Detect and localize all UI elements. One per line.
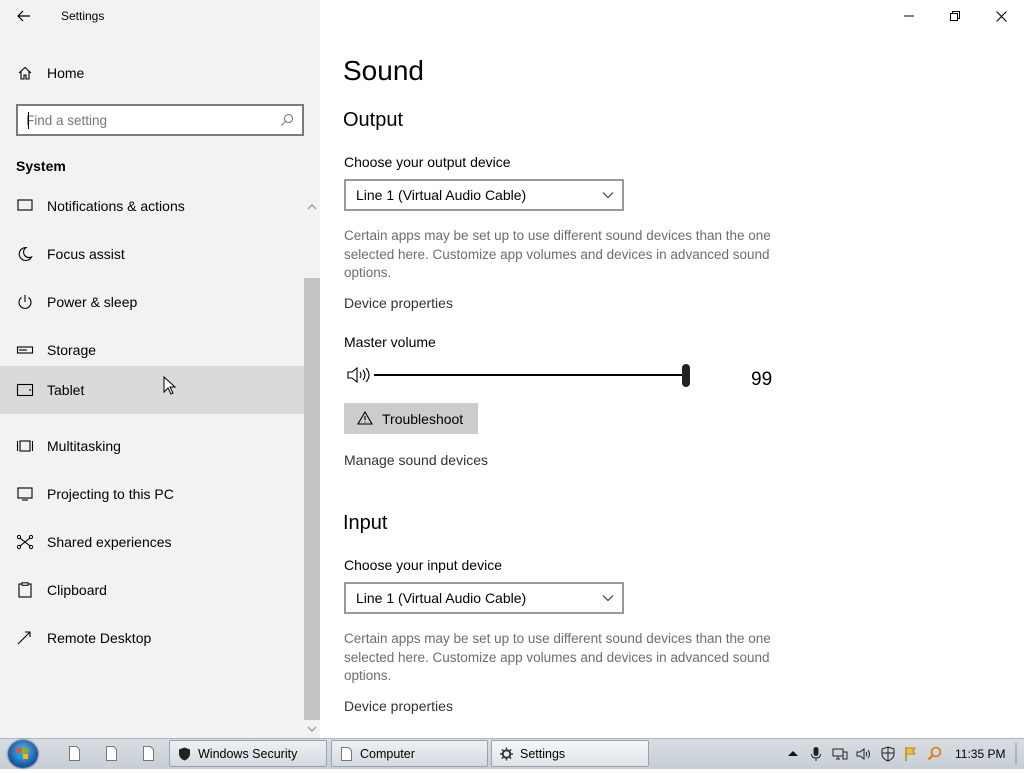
- sidebar-item-projecting[interactable]: Projecting to this PC: [0, 470, 304, 518]
- master-volume-slider-track[interactable]: [374, 374, 690, 376]
- input-device-value: Line 1 (Virtual Audio Cable): [356, 590, 527, 606]
- multitasking-icon: [16, 440, 34, 452]
- storage-icon: [16, 346, 34, 354]
- back-button[interactable]: [10, 4, 38, 28]
- power-icon: [18, 295, 32, 309]
- sidebar-item-remote-desktop[interactable]: Remote Desktop: [0, 614, 304, 662]
- manage-sound-devices-link[interactable]: Manage sound devices: [344, 452, 488, 468]
- app-title: Settings: [61, 9, 105, 23]
- taskbar-button-windows-security[interactable]: Windows Security: [169, 740, 327, 767]
- taskbar-button-computer[interactable]: Computer: [331, 740, 488, 767]
- document-icon[interactable]: [69, 746, 80, 761]
- moon-icon: [18, 246, 33, 261]
- section-heading: System: [16, 158, 66, 174]
- clipboard-icon: [18, 582, 32, 598]
- sidebar-item-label: Multitasking: [47, 438, 121, 454]
- action-center-flag-icon[interactable]: [903, 746, 919, 762]
- output-device-dropdown[interactable]: Line 1 (Virtual Audio Cable): [344, 179, 624, 211]
- message-icon: [17, 199, 33, 211]
- scrollbar-thumb[interactable]: [304, 278, 320, 720]
- taskbar-clock[interactable]: 11:35 PM: [955, 747, 1005, 761]
- troubleshoot-button[interactable]: Troubleshoot: [344, 403, 478, 434]
- sidebar-item-label: Clipboard: [47, 582, 107, 598]
- show-desktop-icon[interactable]: [1013, 743, 1019, 765]
- sidebar-item-label: Tablet: [47, 382, 85, 398]
- output-device-label: Choose your output device: [344, 154, 511, 170]
- chevron-down-icon: [602, 192, 614, 199]
- output-device-value: Line 1 (Virtual Audio Cable): [356, 187, 527, 203]
- input-device-properties-link[interactable]: Device properties: [344, 698, 453, 714]
- sidebar-item-label: Shared experiences: [47, 534, 172, 550]
- input-device-label: Choose your input device: [344, 557, 502, 573]
- sidebar-item-clipboard[interactable]: Clipboard: [0, 566, 304, 614]
- sidebar-item-home[interactable]: Home: [0, 56, 320, 90]
- search-icon[interactable]: [280, 113, 294, 127]
- microphone-icon[interactable]: [808, 746, 824, 762]
- sidebar-item-notifications[interactable]: Notifications & actions: [0, 190, 304, 230]
- input-description: Certain apps may be set up to use differ…: [344, 631, 771, 683]
- taskbar-button-label: Settings: [520, 747, 566, 761]
- shield-icon: [179, 747, 190, 761]
- remote-desktop-icon: [17, 631, 31, 645]
- output-device-properties-link[interactable]: Device properties: [344, 295, 453, 311]
- taskbar-button-label: Windows Security: [198, 747, 298, 761]
- start-button[interactable]: [8, 740, 38, 768]
- sidebar-item-tablet[interactable]: Tablet: [0, 366, 304, 414]
- volume-icon[interactable]: [856, 746, 872, 762]
- mouse-cursor-icon: [163, 376, 176, 395]
- main-content: Sound Output Choose your output device L…: [320, 0, 1024, 738]
- sidebar-item-focus-assist[interactable]: Focus assist: [0, 230, 304, 278]
- share-icon: [16, 534, 34, 550]
- home-label: Home: [47, 65, 85, 81]
- troubleshoot-label: Troubleshoot: [382, 411, 464, 427]
- projector-icon: [17, 487, 33, 501]
- tablet-icon: [16, 383, 34, 397]
- taskbar: Windows Security Computer Settings 11:35…: [0, 738, 1024, 769]
- sidebar-item-label: Notifications & actions: [47, 198, 185, 214]
- search-magnifier-icon[interactable]: [927, 746, 943, 762]
- master-volume-value: 99: [751, 369, 773, 390]
- sidebar-item-label: Storage: [47, 342, 97, 358]
- master-volume-slider-thumb[interactable]: [682, 364, 690, 387]
- network-icon[interactable]: [832, 746, 848, 762]
- title-bar: Settings: [0, 0, 320, 32]
- search-input[interactable]: [26, 111, 266, 129]
- warning-icon: [357, 411, 373, 425]
- document-icon[interactable]: [106, 746, 117, 761]
- document-icon: [341, 747, 352, 761]
- master-volume-label: Master volume: [344, 334, 436, 350]
- page-title: Sound: [343, 55, 424, 86]
- input-device-dropdown[interactable]: Line 1 (Virtual Audio Cable): [344, 582, 624, 614]
- taskbar-button-label: Computer: [360, 747, 415, 761]
- speaker-volume-icon[interactable]: [346, 364, 370, 386]
- gear-icon: [500, 747, 513, 761]
- input-heading: Input: [343, 512, 388, 534]
- sidebar-item-label: Power & sleep: [47, 294, 138, 310]
- sidebar-item-shared-experiences[interactable]: Shared experiences: [0, 518, 304, 566]
- text-caret: [28, 112, 29, 129]
- sidebar-item-multitasking[interactable]: Multitasking: [0, 422, 304, 470]
- scroll-down-arrow-icon[interactable]: [305, 722, 319, 736]
- sidebar-nav-list: Notifications & actions Focus assist Pow…: [0, 190, 304, 738]
- search-box[interactable]: [16, 104, 304, 136]
- sidebar-item-label: Remote Desktop: [47, 630, 152, 646]
- windows-logo-icon: [17, 748, 28, 759]
- sidebar-item-label: Focus assist: [47, 246, 125, 262]
- back-arrow-icon: [17, 10, 30, 22]
- output-description: Certain apps may be set up to use differ…: [344, 228, 771, 280]
- security-shield-icon[interactable]: [880, 746, 896, 762]
- chevron-down-icon: [602, 595, 614, 602]
- document-icon[interactable]: [143, 746, 154, 761]
- output-heading: Output: [343, 109, 404, 131]
- sidebar-item-label: Projecting to this PC: [47, 486, 174, 502]
- show-hidden-icons-arrow-icon[interactable]: [785, 746, 801, 762]
- home-icon: [18, 66, 32, 80]
- taskbar-button-settings[interactable]: Settings: [491, 740, 649, 767]
- scroll-up-arrow-icon[interactable]: [305, 200, 319, 214]
- sidebar-item-power-sleep[interactable]: Power & sleep: [0, 278, 304, 326]
